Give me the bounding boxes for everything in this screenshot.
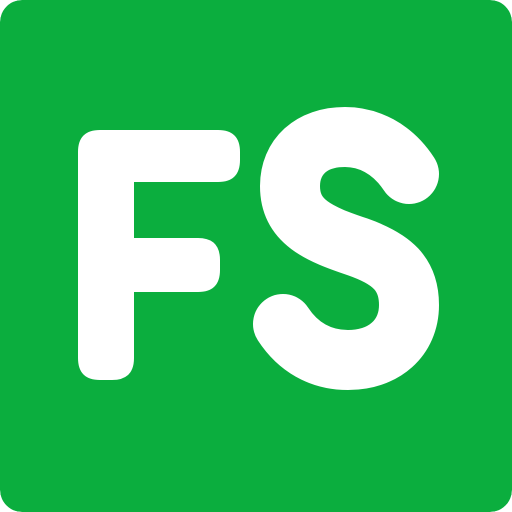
fs-logo (0, 0, 512, 512)
logo-background (0, 0, 512, 512)
app-icon (0, 0, 512, 512)
